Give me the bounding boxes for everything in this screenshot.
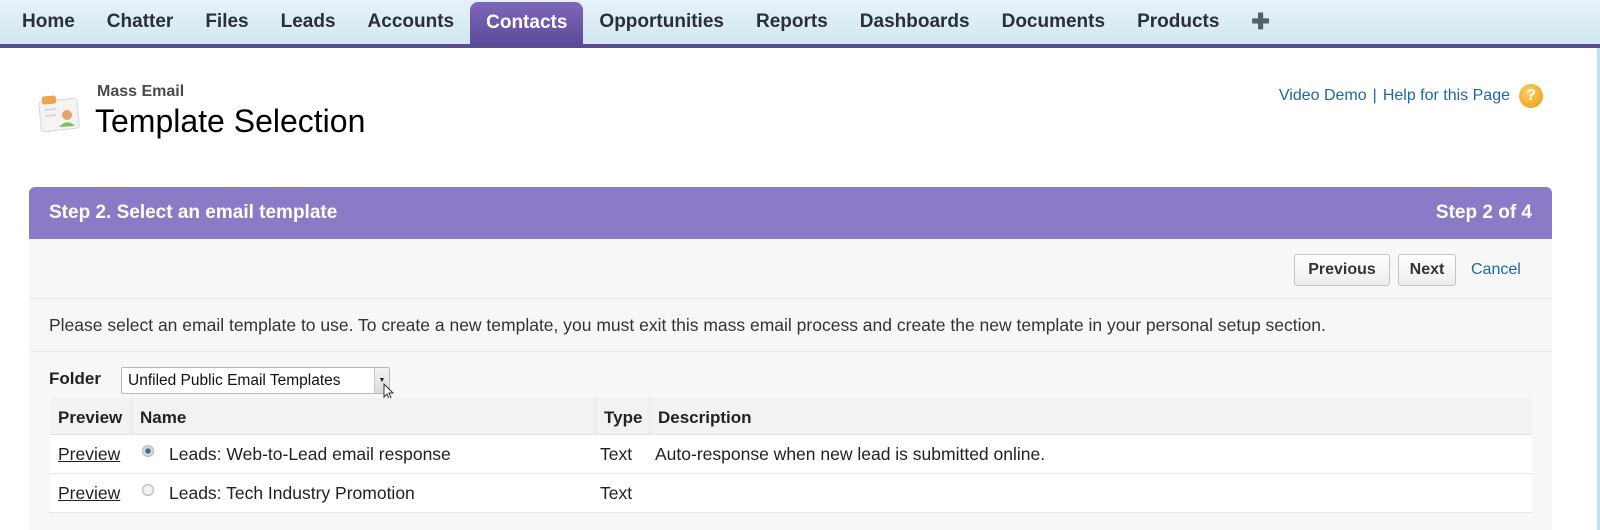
tab-opportunities[interactable]: Opportunities: [583, 0, 740, 44]
page-title: Template Selection: [95, 103, 366, 139]
button-row: Previous Next Cancel: [29, 239, 1552, 299]
tab-contacts[interactable]: Contacts: [470, 2, 584, 44]
cancel-link[interactable]: Cancel: [1471, 261, 1521, 279]
tab-reports[interactable]: Reports: [740, 0, 844, 44]
column-header-name: Name: [131, 398, 595, 435]
template-radio[interactable]: [142, 484, 154, 496]
preview-link[interactable]: Preview: [58, 444, 120, 465]
tab-dashboards[interactable]: Dashboards: [844, 0, 986, 44]
templates-table: Preview Name Type Description Preview Le…: [50, 398, 1532, 513]
tab-documents[interactable]: Documents: [986, 0, 1121, 44]
step-header: Step 2. Select an email template Step 2 …: [29, 187, 1552, 239]
template-type: Text: [600, 482, 633, 503]
tab-list: Home Chatter Files Leads Accounts Contac…: [6, 0, 1286, 44]
template-name: Leads: Tech Industry Promotion: [169, 482, 415, 503]
help-links: Video Demo | Help for this Page: [1279, 87, 1510, 105]
preview-link[interactable]: Preview: [58, 483, 120, 504]
step-title: Step 2. Select an email template: [49, 202, 338, 223]
column-header-preview: Preview: [58, 408, 123, 427]
tab-chatter[interactable]: Chatter: [91, 0, 190, 44]
tab-files[interactable]: Files: [189, 0, 264, 44]
folder-label: Folder: [49, 369, 101, 388]
template-type: Text: [600, 443, 633, 464]
column-header-description: Description: [649, 398, 1532, 435]
video-demo-link[interactable]: Video Demo: [1279, 87, 1367, 105]
instructions-text: Please select an email template to use. …: [29, 300, 1552, 352]
help-icon[interactable]: ?: [1519, 84, 1543, 108]
template-radio-selected[interactable]: [142, 445, 154, 457]
folder-select-value: Unfiled Public Email Templates: [128, 372, 341, 389]
tab-accounts[interactable]: Accounts: [352, 0, 471, 44]
next-button[interactable]: Next: [1398, 254, 1456, 286]
breadcrumb: Mass Email: [97, 83, 185, 100]
table-header: Preview Name Type Description: [50, 398, 1532, 435]
link-separator: |: [1372, 87, 1377, 104]
tab-products[interactable]: Products: [1121, 0, 1235, 44]
tab-home[interactable]: Home: [6, 0, 91, 44]
table-row: Preview Leads: Tech Industry Promotion T…: [50, 474, 1532, 513]
table-row: Preview Leads: Web-to-Lead email respons…: [50, 435, 1532, 474]
add-tab-plus-icon[interactable]: ✚: [1235, 0, 1285, 44]
template-name: Leads: Web-to-Lead email response: [169, 443, 451, 464]
previous-button[interactable]: Previous: [1294, 254, 1390, 286]
template-description: Auto-response when new lead is submitted…: [655, 443, 1046, 464]
tab-leads[interactable]: Leads: [265, 0, 352, 44]
tab-bar: Home Chatter Files Leads Accounts Contac…: [0, 0, 1600, 48]
step-progress: Step 2 of 4: [1435, 202, 1532, 223]
column-header-type: Type: [595, 398, 649, 435]
step-panel: Step 2. Select an email template Step 2 …: [29, 187, 1552, 530]
help-for-page-link[interactable]: Help for this Page: [1383, 87, 1510, 105]
contact-card-icon: [36, 90, 84, 136]
folder-select[interactable]: Unfiled Public Email Templates ▼: [121, 367, 390, 394]
